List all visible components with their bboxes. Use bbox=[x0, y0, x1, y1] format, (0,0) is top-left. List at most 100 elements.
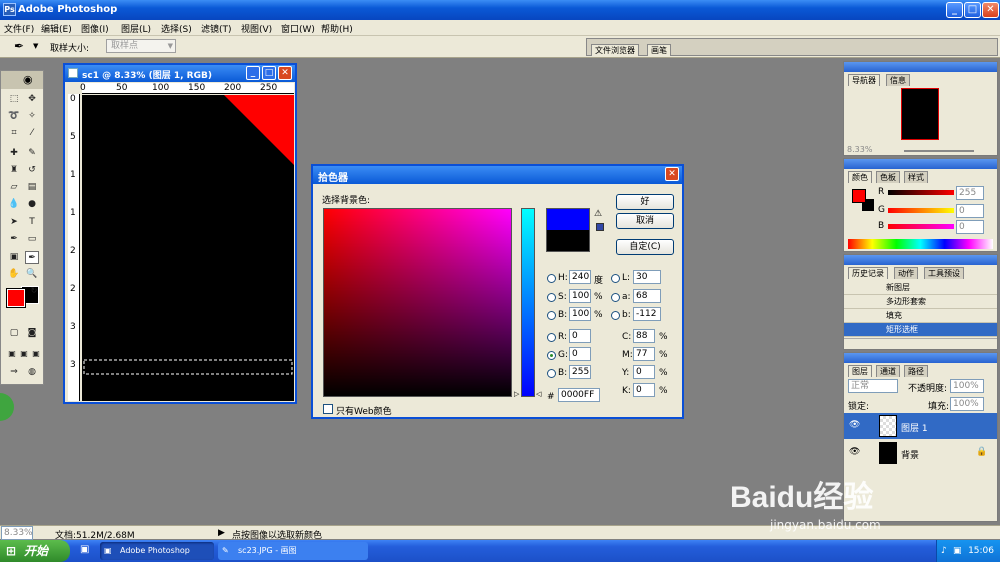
menu-view[interactable]: 视图(V) bbox=[241, 22, 272, 35]
notes-tool-icon[interactable]: ▣ bbox=[7, 251, 21, 264]
tab-brushes[interactable]: 画笔 bbox=[647, 44, 671, 56]
g-field[interactable]: 0 bbox=[569, 347, 591, 361]
chevron-down-icon[interactable]: ▼ bbox=[33, 42, 38, 50]
radio-h[interactable] bbox=[547, 274, 556, 283]
tab-history[interactable]: 历史记录 bbox=[848, 267, 888, 279]
swap-colors-icon[interactable]: ↻ bbox=[27, 284, 41, 297]
navigator-zoom[interactable]: 8.33% bbox=[847, 145, 872, 154]
g-value[interactable]: 0 bbox=[956, 204, 984, 218]
path-selection-icon[interactable]: ➤ bbox=[7, 216, 21, 229]
m-field[interactable]: 77 bbox=[633, 347, 655, 361]
eraser-tool-icon[interactable]: ▱ bbox=[7, 181, 21, 194]
r-value[interactable]: 255 bbox=[956, 186, 984, 200]
magic-wand-icon[interactable]: ✧ bbox=[25, 110, 39, 123]
radio-g[interactable] bbox=[547, 351, 556, 360]
zoom-tool-icon[interactable]: 🔍 bbox=[25, 268, 39, 281]
b-field[interactable]: 100 bbox=[569, 307, 591, 321]
menu-file[interactable]: 文件(F) bbox=[4, 22, 34, 35]
brush-tool-icon[interactable]: ✎ bbox=[25, 147, 39, 160]
sample-size-select[interactable]: 取样点 ▼ bbox=[106, 39, 176, 53]
tab-navigator[interactable]: 导航器 bbox=[848, 74, 880, 86]
screen-mode-full-icon[interactable]: ▣ bbox=[29, 347, 43, 360]
hand-tool-icon[interactable]: ✋ bbox=[7, 268, 21, 281]
image-canvas[interactable] bbox=[82, 95, 294, 401]
tab-styles[interactable]: 样式 bbox=[904, 171, 928, 183]
volume-icon[interactable]: ♪ bbox=[941, 540, 947, 562]
imageready-icon[interactable]: ◍ bbox=[25, 366, 39, 379]
type-tool-icon[interactable]: T bbox=[25, 216, 39, 229]
blur-tool-icon[interactable]: 💧 bbox=[7, 198, 21, 211]
fill-field[interactable]: 100% bbox=[950, 397, 984, 411]
color-ramp[interactable] bbox=[848, 239, 993, 249]
clone-stamp-icon[interactable]: ♜ bbox=[7, 164, 21, 177]
shape-tool-icon[interactable]: ▭ bbox=[25, 233, 39, 246]
tab-paths[interactable]: 路径 bbox=[904, 365, 928, 377]
tab-color[interactable]: 颜色 bbox=[848, 171, 872, 183]
history-item[interactable]: 多边形套索 bbox=[844, 295, 997, 309]
hex-field[interactable]: 0000FF bbox=[558, 388, 600, 402]
r-field[interactable]: 0 bbox=[569, 329, 591, 343]
menu-edit[interactable]: 编辑(E) bbox=[41, 22, 72, 35]
tab-info[interactable]: 信息 bbox=[886, 74, 910, 86]
radio-l[interactable] bbox=[611, 274, 620, 283]
dodge-tool-icon[interactable]: ● bbox=[25, 198, 39, 211]
radio-blue[interactable] bbox=[547, 369, 556, 378]
blend-mode-select[interactable]: 正常 bbox=[848, 379, 898, 393]
eye-icon[interactable]: 👁 bbox=[849, 420, 860, 430]
close-button[interactable]: ✕ bbox=[982, 2, 999, 18]
tab-file-browser[interactable]: 文件浏览器 bbox=[591, 44, 639, 56]
menu-layer[interactable]: 图层(L) bbox=[121, 22, 151, 35]
layer-row-selected[interactable]: 👁 图层 1 bbox=[844, 413, 997, 439]
web-only-checkbox[interactable] bbox=[323, 404, 333, 414]
clock[interactable]: 15:06 bbox=[968, 546, 994, 556]
radio-a[interactable] bbox=[611, 293, 620, 302]
tab-channels[interactable]: 通道 bbox=[876, 365, 900, 377]
doc-close-button[interactable]: ✕ bbox=[278, 66, 292, 80]
taskbar-paint[interactable]: ✎ sc23.JPG - 画图 bbox=[218, 542, 368, 560]
blue-field[interactable]: 255 bbox=[569, 365, 591, 379]
gamut-warning-icon[interactable]: ⚠ bbox=[594, 209, 602, 219]
g-slider[interactable] bbox=[888, 208, 954, 213]
menu-filter[interactable]: 滤镜(T) bbox=[201, 22, 232, 35]
lasso-tool-icon[interactable]: ➰ bbox=[7, 110, 21, 123]
pen-tool-icon[interactable]: ✒ bbox=[7, 233, 21, 246]
radio-r[interactable] bbox=[547, 333, 556, 342]
menu-help[interactable]: 帮助(H) bbox=[321, 22, 353, 35]
foreground-color-swatch[interactable] bbox=[6, 288, 26, 308]
dialog-close-button[interactable]: ✕ bbox=[665, 167, 679, 181]
radio-lab-b[interactable] bbox=[611, 311, 620, 320]
gradient-tool-icon[interactable]: ▤ bbox=[25, 181, 39, 194]
tab-actions[interactable]: 动作 bbox=[894, 267, 918, 279]
k-field[interactable]: 0 bbox=[633, 383, 655, 397]
quick-mask-icon[interactable]: ◙ bbox=[25, 327, 39, 340]
lab-b-field[interactable]: -112 bbox=[633, 307, 661, 321]
healing-brush-icon[interactable]: ✚ bbox=[7, 147, 21, 160]
marquee-tool-icon[interactable]: ⬚ bbox=[7, 93, 21, 106]
web-safe-swatch-icon[interactable] bbox=[596, 223, 604, 231]
move-tool-icon[interactable]: ✥ bbox=[25, 93, 39, 106]
color-field[interactable] bbox=[323, 208, 512, 397]
navigator-thumbnail[interactable] bbox=[901, 88, 939, 140]
h-field[interactable]: 240 bbox=[569, 270, 591, 284]
doc-minimize-button[interactable]: _ bbox=[246, 66, 260, 80]
eye-icon[interactable]: 👁 bbox=[849, 447, 860, 457]
tab-layers[interactable]: 图层 bbox=[848, 365, 872, 377]
taskbar-photoshop[interactable]: ▣ Adobe Photoshop bbox=[100, 542, 214, 560]
slice-tool-icon[interactable]: ⁄ bbox=[25, 127, 39, 140]
custom-button[interactable]: 自定(C) bbox=[616, 239, 674, 255]
panel-fg-swatch[interactable] bbox=[852, 189, 866, 203]
quick-launch-icon[interactable]: ▣ bbox=[80, 544, 89, 555]
tab-swatches[interactable]: 色板 bbox=[876, 171, 900, 183]
start-button[interactable]: ⊞ 开始 bbox=[0, 540, 70, 562]
zoom-slider[interactable] bbox=[904, 150, 974, 152]
c-field[interactable]: 88 bbox=[633, 329, 655, 343]
a-field[interactable]: 68 bbox=[633, 289, 661, 303]
history-item[interactable]: 填充 bbox=[844, 309, 997, 323]
b-slider[interactable] bbox=[888, 224, 954, 229]
standard-mode-icon[interactable]: ▢ bbox=[7, 327, 21, 340]
r-slider[interactable] bbox=[888, 190, 954, 195]
crop-tool-icon[interactable]: ⌗ bbox=[7, 127, 21, 140]
maximize-button[interactable]: □ bbox=[964, 2, 981, 18]
eyedropper-tool-icon[interactable]: ✒ bbox=[25, 251, 39, 264]
s-field[interactable]: 100 bbox=[569, 289, 591, 303]
